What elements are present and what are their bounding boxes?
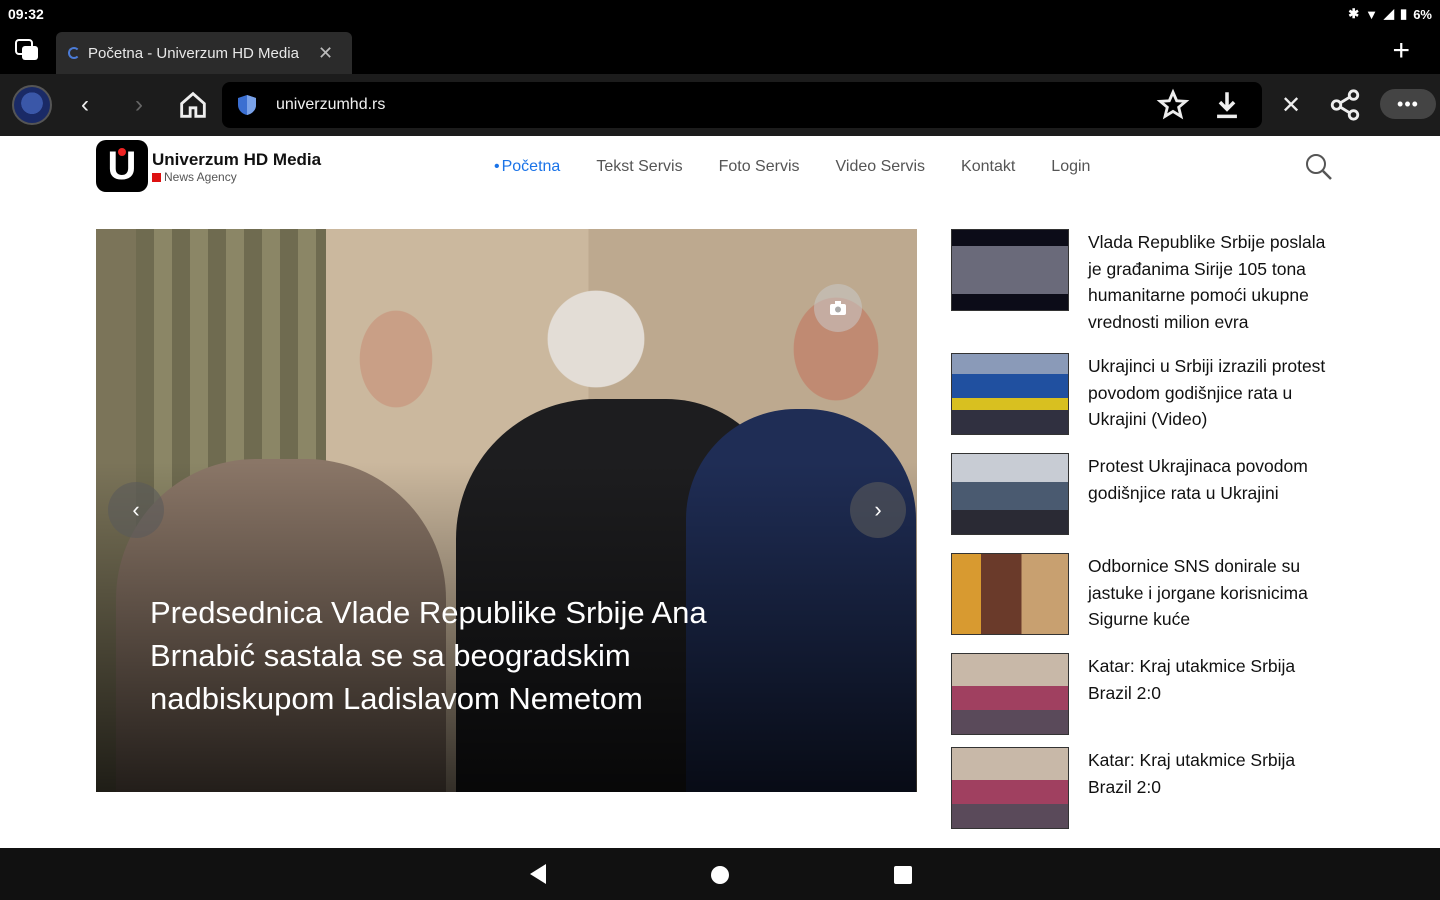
slider-prev-button[interactable]: ‹ xyxy=(108,482,164,538)
news-title[interactable]: Odbornice SNS donirale su jastuke i jorg… xyxy=(1088,553,1338,635)
system-recents-icon[interactable] xyxy=(892,864,914,886)
wifi-icon: ▼ xyxy=(1365,6,1379,22)
news-thumbnail[interactable] xyxy=(951,229,1069,311)
back-icon[interactable]: ‹ xyxy=(68,88,102,122)
share-icon[interactable] xyxy=(1328,88,1362,122)
status-time: 09:32 xyxy=(8,6,44,22)
list-item[interactable]: Ukrajinci u Srbiji izrazili protest povo… xyxy=(951,353,1341,435)
hero-slider[interactable]: ‹ › Predsednica Vlade Republike Srbije A… xyxy=(96,229,917,792)
hero-caption[interactable]: Predsednica Vlade Republike Srbije Ana B… xyxy=(150,591,790,720)
status-icons: ✱ ▼ ◢ ▮ 6% xyxy=(1348,6,1432,22)
list-item[interactable]: Vlada Republike Srbije poslala je građan… xyxy=(951,229,1341,335)
new-tab-icon[interactable]: + xyxy=(1392,36,1410,66)
news-thumbnail[interactable] xyxy=(951,653,1069,735)
news-title[interactable]: Katar: Kraj utakmice Srbija Brazil 2:0 xyxy=(1088,653,1338,735)
download-icon[interactable] xyxy=(1210,88,1244,122)
system-nav-bar xyxy=(0,848,1440,900)
nav-item-foto-servis[interactable]: Foto Servis xyxy=(719,158,800,176)
bluetooth-icon: ✱ xyxy=(1348,6,1360,21)
news-title[interactable]: Protest Ukrajinaca povodom godišnjice ra… xyxy=(1088,453,1338,535)
tab-strip: Početna - Univerzum HD Media ✕ + xyxy=(0,28,1440,74)
system-back-icon[interactable] xyxy=(526,862,548,886)
browser-toolbar: ‹ › univerzumhd.rs ✕ xyxy=(0,74,1440,136)
list-item[interactable]: Katar: Kraj utakmice Srbija Brazil 2:0 xyxy=(951,747,1341,829)
news-thumbnail[interactable] xyxy=(951,747,1069,829)
tab-loading-icon xyxy=(68,47,80,59)
battery-level: 6% xyxy=(1413,6,1432,22)
main-nav: Početna Tekst Servis Foto Servis Video S… xyxy=(494,158,1091,176)
news-thumbnail[interactable] xyxy=(951,553,1069,635)
url-text: univerzumhd.rs xyxy=(276,96,386,113)
news-list: Vlada Republike Srbije poslala je građan… xyxy=(951,229,1341,847)
news-thumbnail[interactable] xyxy=(951,453,1069,535)
site-tagline: News Agency xyxy=(152,170,321,184)
slider-next-button[interactable]: › xyxy=(850,482,906,538)
tab-close-icon[interactable]: ✕ xyxy=(318,43,333,64)
forward-icon[interactable]: › xyxy=(122,88,156,122)
list-item[interactable]: Odbornice SNS donirale su jastuke i jorg… xyxy=(951,553,1341,635)
shield-icon xyxy=(238,95,256,115)
browser-profile-icon[interactable] xyxy=(12,85,52,125)
camera-icon xyxy=(814,284,862,332)
browser-tab[interactable]: Početna - Univerzum HD Media ✕ xyxy=(56,32,352,74)
nav-item-kontakt[interactable]: Kontakt xyxy=(961,158,1015,176)
nav-item-video-servis[interactable]: Video Servis xyxy=(836,158,926,176)
news-thumbnail[interactable] xyxy=(951,353,1069,435)
system-home-icon[interactable] xyxy=(709,864,731,886)
address-bar[interactable]: univerzumhd.rs xyxy=(222,82,1262,128)
nav-item-pocetna[interactable]: Početna xyxy=(494,158,561,176)
battery-icon: ▮ xyxy=(1400,6,1408,21)
home-icon[interactable] xyxy=(176,88,210,122)
news-title[interactable]: Katar: Kraj utakmice Srbija Brazil 2:0 xyxy=(1088,747,1338,829)
nav-item-login[interactable]: Login xyxy=(1051,158,1090,176)
nav-item-tekst-servis[interactable]: Tekst Servis xyxy=(596,158,682,176)
news-title[interactable]: Vlada Republike Srbije poslala je građan… xyxy=(1088,229,1338,335)
list-item[interactable]: Protest Ukrajinaca povodom godišnjice ra… xyxy=(951,453,1341,535)
logo-mark: U xyxy=(96,140,148,192)
more-menu-icon[interactable]: ••• xyxy=(1380,89,1436,119)
search-icon[interactable] xyxy=(1304,152,1334,182)
site-name: Univerzum HD Media xyxy=(152,150,322,169)
star-icon[interactable] xyxy=(1156,88,1190,122)
tab-switcher-icon[interactable] xyxy=(14,38,42,64)
signal-icon: ◢ xyxy=(1384,6,1395,21)
news-title[interactable]: Ukrajinci u Srbiji izrazili protest povo… xyxy=(1088,353,1338,435)
list-item[interactable]: Katar: Kraj utakmice Srbija Brazil 2:0 xyxy=(951,653,1341,735)
tab-title: Početna - Univerzum HD Media xyxy=(88,44,299,62)
status-bar: 09:32 ✱ ▼ ◢ ▮ 6% xyxy=(0,0,1440,28)
site-logo[interactable]: U Univerzum HD Media News Agency xyxy=(96,140,321,192)
stop-icon[interactable]: ✕ xyxy=(1274,88,1308,122)
web-page: U Univerzum HD Media News Agency Početna… xyxy=(0,136,1440,848)
